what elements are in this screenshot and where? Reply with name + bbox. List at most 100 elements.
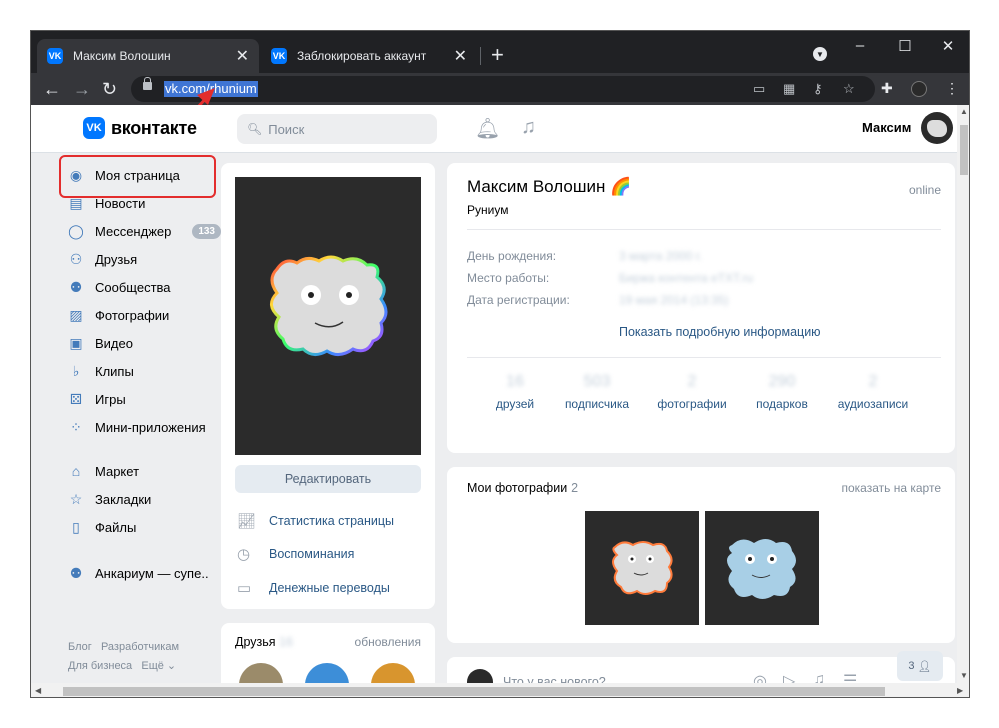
counter-num: 290 <box>768 373 796 390</box>
registered-value: 19 мая 2014 (13:35) <box>619 293 729 307</box>
menu-label: Мессенджер <box>95 223 172 239</box>
menu-item-friends[interactable]: ⚇ Друзья <box>61 245 221 273</box>
chat-button[interactable]: 3 👤︎ <box>897 651 943 681</box>
photos-title[interactable]: Мои фотографии 2 <box>467 481 578 495</box>
minimize-button[interactable]: – <box>845 37 875 54</box>
extensions-icon[interactable]: ✚ <box>881 80 893 97</box>
footer-link-blog[interactable]: Блог <box>68 641 92 653</box>
photos-count: 2 <box>571 481 579 495</box>
menu-item-clips[interactable]: ♭ Клипы <box>61 357 221 385</box>
action-label: Воспоминания <box>269 547 355 561</box>
menu-item-market[interactable]: ⌂ Маркет <box>61 457 221 485</box>
play-icon[interactable]: ▷ <box>783 671 795 683</box>
url-text[interactable]: vk.com/rhunium <box>164 81 258 97</box>
tab-search-icon[interactable]: ▼ <box>813 47 827 61</box>
show-on-map-link[interactable]: показать на карте <box>842 481 942 495</box>
reload-icon[interactable]: ↻ <box>102 78 117 100</box>
profile-photo[interactable] <box>235 177 421 455</box>
close-tab-icon[interactable]: ✕ <box>454 46 467 66</box>
footer-link-business[interactable]: Для бизнеса <box>68 660 132 672</box>
stats-icon: 📈︎ <box>237 513 257 530</box>
article-icon[interactable]: ☰ <box>843 671 857 683</box>
footer-link-developers[interactable]: Разработчикам <box>101 641 179 653</box>
scroll-thumb[interactable] <box>960 125 968 175</box>
counter-label: фотографии <box>657 397 727 411</box>
close-window-button[interactable]: ✕ <box>933 37 963 55</box>
music-icon[interactable]: ♫ <box>813 671 825 683</box>
address-bar[interactable]: vk.com/rhunium ▭ ▦ ⚷ ☆ <box>131 76 875 102</box>
photo-thumbnail[interactable] <box>585 511 699 625</box>
cast-icon[interactable]: ▭ <box>753 81 765 97</box>
edit-profile-button[interactable]: Редактировать <box>235 465 421 493</box>
games-icon: ⚄ <box>69 390 83 407</box>
search-icon: 🔍︎ <box>247 122 263 136</box>
communities-icon: ⚉ <box>69 278 83 295</box>
back-arrow-icon[interactable]: ← <box>43 78 61 100</box>
bell-icon[interactable]: 🔔︎ <box>475 116 500 141</box>
menu-dots-icon[interactable]: ⋮ <box>945 80 959 97</box>
counter-photos[interactable]: 2 фотографии <box>642 373 742 411</box>
show-more-info-link[interactable]: Показать подробную информацию <box>619 325 821 339</box>
menu-item-files[interactable]: ▯ Файлы <box>61 513 221 541</box>
menu-item-bookmarks[interactable]: ☆ Закладки <box>61 485 221 513</box>
horizontal-scrollbar[interactable]: ◀ ▶ <box>31 683 969 697</box>
tab-block-account[interactable]: VK Заблокировать аккаунт ✕ <box>261 39 477 73</box>
photos-icon: ▨ <box>69 306 83 323</box>
photo-thumbnail[interactable] <box>705 511 819 625</box>
menu-label: Новости <box>95 195 146 211</box>
search-input[interactable]: 🔍︎ Поиск <box>237 114 437 144</box>
new-post-input[interactable]: Что у вас нового? <box>503 675 606 683</box>
tab-profile[interactable]: VK Максим Волошин ✕ <box>37 39 259 73</box>
scroll-right-icon[interactable]: ▶ <box>957 686 963 695</box>
apps-icon: ⁘ <box>70 418 82 435</box>
scroll-left-icon[interactable]: ◀ <box>35 686 41 695</box>
friend-avatar[interactable] <box>371 663 415 683</box>
qr-code-icon[interactable]: ▦ <box>783 81 795 97</box>
scroll-down-icon[interactable]: ▼ <box>960 671 968 680</box>
key-icon[interactable]: ⚷ <box>813 81 823 97</box>
scroll-thumb[interactable] <box>63 687 885 696</box>
vertical-scrollbar[interactable]: ▲ ▼ <box>957 105 969 683</box>
money-transfers-link[interactable]: ▭ Денежные переводы <box>237 578 390 598</box>
music-icon[interactable]: ♫ <box>521 116 536 139</box>
blob-face-icon <box>270 255 388 356</box>
header-user-name[interactable]: Максим <box>862 120 911 135</box>
bookmark-star-icon[interactable]: ☆ <box>843 81 855 97</box>
profile-avatar-icon[interactable] <box>911 81 927 97</box>
maximize-button[interactable]: ☐ <box>890 37 920 55</box>
counter-followers[interactable]: 503 подписчика <box>547 373 647 411</box>
forward-arrow-icon[interactable]: → <box>73 78 91 100</box>
menu-item-messenger[interactable]: ◯ Мессенджер 133 <box>61 217 221 245</box>
counter-label: подарков <box>756 397 808 411</box>
vk-logo[interactable]: VK вконтакте <box>83 117 197 139</box>
menu-item-games[interactable]: ⚄ Игры <box>61 385 221 413</box>
memories-link[interactable]: ◷ Воспоминания <box>237 544 354 564</box>
close-tab-icon[interactable]: ✕ <box>236 46 249 66</box>
birthday-value[interactable]: 3 марта 2000 г. <box>619 249 702 263</box>
new-tab-button[interactable]: + <box>491 43 504 67</box>
friends-title[interactable]: Друзья 16 <box>235 635 293 649</box>
profile-name-text: Максим Волошин <box>467 177 606 196</box>
scroll-up-icon[interactable]: ▲ <box>960 107 968 116</box>
menu-item-news[interactable]: ▤ Новости <box>61 189 221 217</box>
counter-gifts[interactable]: 290 подарков <box>732 373 832 411</box>
tab-title: Максим Волошин <box>73 49 171 63</box>
user-avatar[interactable] <box>921 112 953 144</box>
community-icon: ⚉ <box>69 564 83 581</box>
friends-updates-link[interactable]: обновления <box>355 635 421 649</box>
menu-item-community[interactable]: ⚉ Анкариум — супе.. <box>61 559 221 587</box>
menu-item-photos[interactable]: ▨ Фотографии <box>61 301 221 329</box>
menu-item-mini-apps[interactable]: ⁘ Мини-приложения <box>61 413 221 441</box>
friend-avatar[interactable] <box>305 663 349 683</box>
profile-status[interactable]: Руниум <box>467 203 508 217</box>
footer-link-more[interactable]: Ещё ⌄ <box>141 660 176 672</box>
page-stats-link[interactable]: 📈︎ Статистика страницы <box>237 511 394 531</box>
menu-item-my-page[interactable]: ◉ Моя страница <box>61 161 221 189</box>
camera-icon[interactable]: ◎ <box>753 671 767 683</box>
menu-item-video[interactable]: ▣ Видео <box>61 329 221 357</box>
work-value[interactable]: Биржа контента eTXT.ru <box>619 271 753 285</box>
counter-audio[interactable]: 2 аудиозаписи <box>823 373 923 411</box>
menu-item-communities[interactable]: ⚉ Сообщества <box>61 273 221 301</box>
friend-avatar[interactable] <box>239 663 283 683</box>
user-icon: ◉ <box>69 166 83 183</box>
